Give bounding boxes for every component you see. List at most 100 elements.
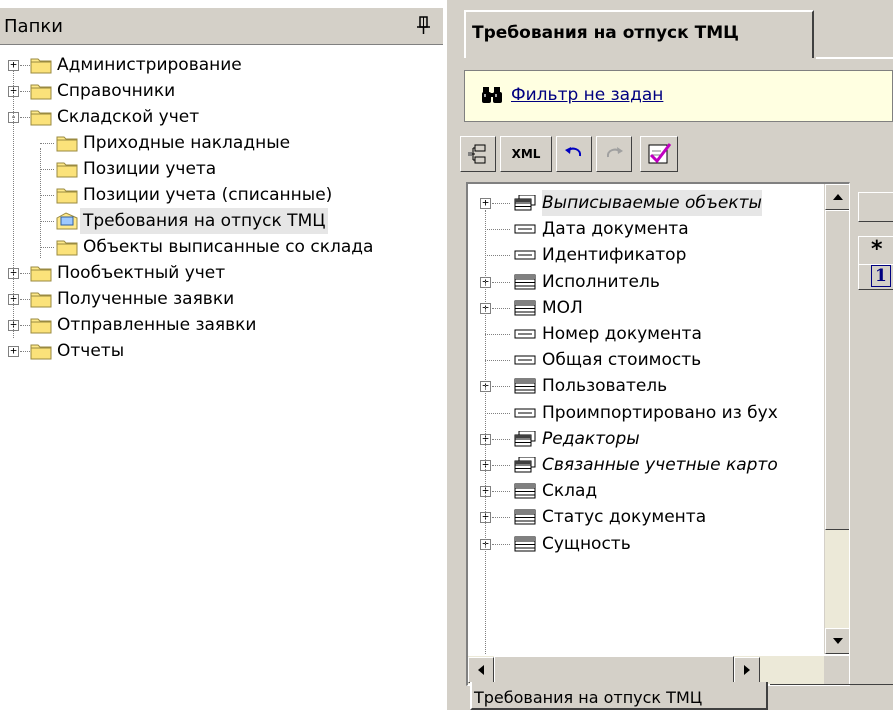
bottom-tab-requirements[interactable]: Требования на отпуск ТМЦ [470,682,768,710]
filter-link[interactable]: Фильтр не задан [511,85,663,105]
folder-item-label: Администрирование [57,55,242,75]
folder-item-accounting-items[interactable]: Позиции учета [0,156,446,182]
field-item-label: Исполнитель [542,271,660,292]
side-button-new[interactable]: * [858,236,893,266]
folder-item-issued-objects[interactable]: Объекты выписанные со склада [0,234,446,260]
folders-panel: Папки + Администрирование + Справочники - … [0,0,446,710]
redo-icon [606,147,623,158]
folders-panel-header: Папки [0,8,443,45]
arrow-up-icon [833,194,843,200]
folder-icon [30,318,52,334]
table-icon [514,378,536,394]
field-item-imported[interactable]: Проимпортировано из бух [468,400,824,426]
field-item-executor[interactable]: + Исполнитель [468,269,824,295]
field-item-editors[interactable]: + Редакторы [468,426,824,452]
field-item-mol[interactable]: + МОЛ [468,295,824,321]
bottom-tab-label: Требования на отпуск ТМЦ [474,688,703,707]
folder-icon [56,188,78,204]
table-icon [514,509,536,525]
field-item-doc-date[interactable]: Дата документа [468,216,824,242]
field-item-warehouse[interactable]: + Склад [468,478,824,504]
table-icon [514,300,536,316]
folder-icon [56,136,78,152]
folder-item-written-off-items[interactable]: Позиции учета (списанные) [0,182,446,208]
folder-icon [30,110,52,126]
side-button-blank[interactable] [858,192,893,222]
folder-item-receipts[interactable]: Приходные накладные [0,130,446,156]
folder-icon [56,162,78,178]
field-item-doc-status[interactable]: + Статус документа [468,504,824,530]
folder-icon [30,84,52,100]
pin-icon[interactable] [414,14,434,38]
field-item-entity[interactable]: + Сущность [468,531,824,557]
folder-item-label: Приходные накладные [83,133,291,153]
expand-icon[interactable]: + [8,345,19,357]
field-item-label: Общая стоимость [542,350,702,371]
field-item-label: Дата документа [542,219,689,240]
field-item-label: Склад [542,481,598,502]
tab-requirements[interactable]: Требования на отпуск ТМЦ [464,10,814,58]
binoculars-icon[interactable] [481,85,503,105]
field-item-identifier[interactable]: Идентификатор [468,242,824,268]
folder-item-label: Справочники [57,81,176,101]
scroll-left-button[interactable] [468,657,494,683]
horizontal-scroll-thumb[interactable] [494,656,734,684]
folder-item-sent-requests[interactable]: + Отправленные заявки [0,312,446,338]
field-item-linked-cards[interactable]: + Связанные учетные карто [468,452,824,478]
folder-tree: + Администрирование + Справочники - Складс… [0,52,446,452]
table-icon [514,536,536,552]
field-item-user[interactable]: + Пользователь [468,373,824,399]
folder-item-reference[interactable]: + Справочники [0,78,446,104]
filter-bar: Фильтр не задан [464,70,893,122]
folder-item-per-object[interactable]: + Пообъектный учет [0,260,446,286]
field-item-doc-number[interactable]: Номер документа [468,321,824,347]
xml-button[interactable]: XML [500,136,552,172]
folder-icon [30,344,52,360]
table-multi-icon [514,430,536,447]
field-item-label: Пользователь [542,376,668,397]
table-multi-icon [514,457,536,473]
table-icon [514,483,536,499]
field-item-label: Проимпортировано из бух [542,402,778,423]
folder-item-label: Объекты выписанные со склада [83,237,374,257]
expand-icon[interactable]: + [480,197,491,209]
scroll-right-button[interactable] [734,657,760,683]
side-button-new-label: * [871,237,883,262]
scroll-up-button[interactable] [825,184,849,210]
field-list: + Выписываемые объекты Дата документа Идент… [468,184,824,654]
folder-item-label: Полученные заявки [57,289,235,309]
folder-item-warehouse[interactable]: - Складской учет [0,104,446,130]
field-icon [514,329,536,339]
field-item-written-objects[interactable]: + Выписываемые объекты [468,190,824,216]
undo-button[interactable] [556,136,592,172]
field-item-label: Идентификатор [542,245,687,266]
side-button-one[interactable]: 1 [858,264,893,290]
tree-structure-icon [468,144,486,164]
folder-item-reports[interactable]: + Отчеты [0,338,446,364]
arrow-left-icon [478,665,484,675]
vertical-scrollbar[interactable] [824,184,849,654]
tree-view-button[interactable] [460,136,496,172]
arrow-right-icon [744,665,750,675]
arrow-down-icon [833,638,843,644]
folder-item-received-requests[interactable]: + Полученные заявки [0,286,446,312]
bottom-tab-strip-line [770,684,893,685]
folder-item-admin[interactable]: + Администрирование [0,52,446,78]
field-item-label: Статус документа [542,507,707,528]
folder-item-label: Складской учет [57,107,200,127]
vertical-scroll-thumb[interactable] [825,210,849,530]
field-item-total-cost[interactable]: Общая стоимость [468,347,824,373]
table-icon [514,274,536,290]
folder-item-label: Пообъектный учет [57,263,226,283]
tab-strip-divider [816,57,893,59]
field-item-label: Выписываемые объекты [542,190,762,216]
folder-item-label: Отправленные заявки [57,315,257,335]
redo-button[interactable] [596,136,632,172]
folder-item-requirements[interactable]: Требования на отпуск ТМЦ [0,208,446,234]
scroll-down-button[interactable] [825,628,849,654]
tab-label: Требования на отпуск ТМЦ [472,23,739,43]
horizontal-scrollbar[interactable] [468,656,824,684]
check-button[interactable] [640,136,678,172]
folder-item-label: Позиции учета (списанные) [83,185,333,205]
main-area: Требования на отпуск ТМЦ Фильтр не задан [454,0,893,710]
